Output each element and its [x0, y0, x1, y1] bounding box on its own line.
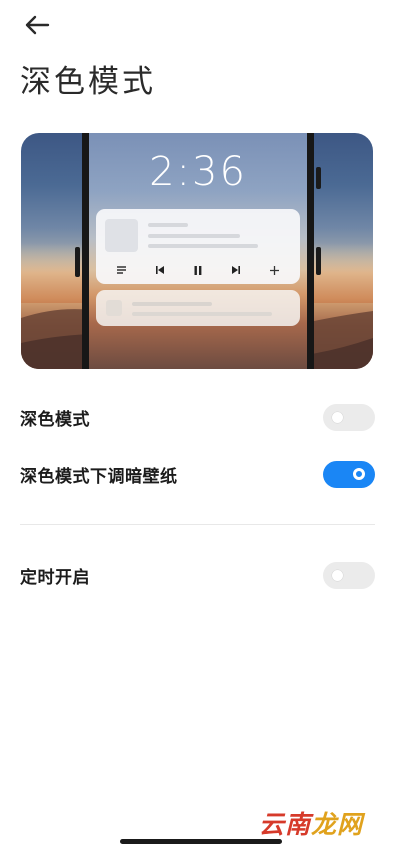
watermark-text: 龙网 [310, 810, 363, 840]
phone-side-button [316, 247, 321, 275]
back-arrow-icon [25, 15, 50, 35]
dark-mode-toggle[interactable] [323, 403, 375, 431]
playlist-icon [114, 263, 128, 277]
setting-label: 定时开启 [20, 567, 90, 588]
scheduled-toggle[interactable] [323, 561, 375, 589]
back-button[interactable] [22, 10, 52, 40]
text-placeholder [132, 302, 212, 306]
setting-row-dim-wallpaper[interactable]: 深色模式下调暗壁纸 [20, 454, 375, 494]
text-placeholder [148, 234, 240, 238]
watermark-logo: 云南龙网 [258, 805, 363, 841]
phone-side-button [75, 247, 80, 277]
pause-icon [191, 263, 205, 277]
text-placeholder [148, 244, 258, 248]
home-indicator[interactable] [120, 839, 282, 844]
lockscreen-clock: 2:36 [149, 149, 247, 195]
watermark-text: 云南 [258, 810, 311, 840]
setting-row-dark-mode[interactable]: 深色模式 [20, 397, 375, 437]
music-player-card [96, 209, 300, 284]
album-art-placeholder [105, 219, 138, 252]
page-title: 深色模式 [20, 64, 156, 100]
notification-icon-placeholder [106, 300, 122, 316]
section-divider [20, 524, 375, 525]
notification-card [96, 290, 300, 326]
add-icon [268, 263, 282, 277]
phone-side-button [316, 167, 321, 189]
setting-label: 深色模式下调暗壁纸 [20, 466, 178, 487]
toggle-knob [353, 468, 365, 480]
toggle-knob [332, 569, 343, 581]
previous-track-icon [153, 263, 167, 277]
setting-row-scheduled[interactable]: 定时开启 [20, 555, 375, 595]
text-placeholder [132, 312, 272, 316]
text-placeholder [148, 223, 188, 227]
next-track-icon [229, 263, 243, 277]
dim-wallpaper-toggle[interactable] [323, 460, 375, 488]
phone-mockup: 2:36 [82, 133, 314, 369]
setting-label: 深色模式 [20, 409, 90, 430]
playback-controls [96, 262, 300, 278]
toggle-knob [332, 411, 343, 423]
